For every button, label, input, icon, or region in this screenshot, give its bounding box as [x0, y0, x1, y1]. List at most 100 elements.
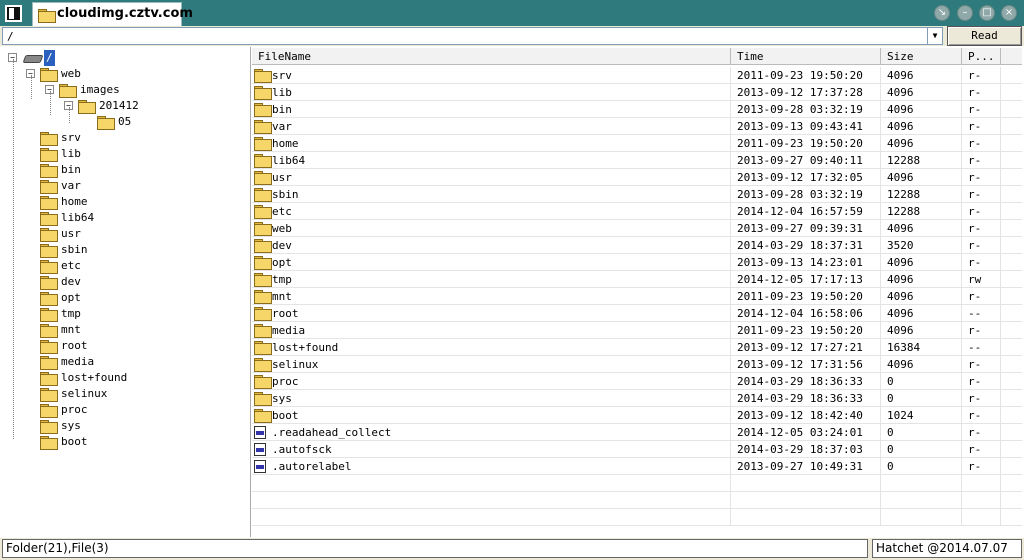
list-row[interactable]: lib64 2013-09-27 09:40:11 12288 r- — [252, 152, 1022, 169]
cell-time: 2014-12-04 16:58:06 — [731, 305, 881, 322]
close-button[interactable]: × — [1001, 5, 1017, 21]
tree-item-label: web — [61, 67, 81, 80]
restore-down-icon[interactable]: ↘ — [934, 5, 950, 21]
tree-item-label: opt — [61, 291, 81, 304]
file-name: media — [272, 324, 306, 337]
file-list[interactable]: FileName Time Size P... srv 2011-09-23 19… — [252, 47, 1022, 537]
cell-filename: selinux — [252, 356, 731, 373]
list-row[interactable]: srv 2011-09-23 19:50:20 4096 r- — [252, 67, 1022, 84]
cell-permission: r- — [962, 118, 1001, 135]
tree-item-label: usr — [61, 227, 81, 240]
cell-permission: r- — [962, 186, 1001, 203]
list-row[interactable]: bin 2013-09-28 03:32:19 4096 r- — [252, 101, 1022, 118]
list-row[interactable]: usr 2013-09-12 17:32:05 4096 r- — [252, 169, 1022, 186]
list-row[interactable]: lib 2013-09-12 17:37:28 4096 r- — [252, 84, 1022, 101]
folder-icon — [40, 420, 58, 434]
cell-time: 2014-12-05 03:24:01 — [731, 424, 881, 441]
cell-permission: r- — [962, 424, 1001, 441]
list-row[interactable]: .readahead_collect 2014-12-05 03:24:01 0 r- — [252, 424, 1022, 441]
cell-filename: lib64 — [252, 152, 731, 169]
cell-spacer — [1001, 509, 1022, 526]
folder-icon — [38, 9, 56, 23]
folder-icon — [40, 148, 58, 162]
folder-icon — [254, 358, 272, 372]
list-row[interactable]: tmp 2014-12-05 17:17:13 4096 rw — [252, 271, 1022, 288]
tree-item-label: lib — [61, 147, 81, 160]
column-header-permission[interactable]: P... — [962, 48, 1001, 65]
list-row[interactable]: .autofsck 2014-03-29 18:37:03 0 r- — [252, 441, 1022, 458]
cell-filename: sbin — [252, 186, 731, 203]
file-name: var — [272, 120, 292, 133]
app-icon[interactable] — [5, 5, 22, 22]
column-header-filename[interactable]: FileName — [252, 48, 731, 65]
file-name: opt — [272, 256, 292, 269]
minimize-button[interactable]: – — [957, 5, 973, 21]
list-row[interactable]: sbin 2013-09-28 03:32:19 12288 r- — [252, 186, 1022, 203]
list-row[interactable]: etc 2014-12-04 16:57:59 12288 r- — [252, 203, 1022, 220]
read-button[interactable]: Read — [947, 26, 1022, 46]
list-row[interactable]: sys 2014-03-29 18:36:33 0 r- — [252, 390, 1022, 407]
folder-icon — [40, 132, 58, 146]
cell-size: 4096 — [881, 169, 962, 186]
list-row[interactable]: dev 2014-03-29 18:37:31 3520 r- — [252, 237, 1022, 254]
list-row[interactable]: home 2011-09-23 19:50:20 4096 r- — [252, 135, 1022, 152]
cell-size: 4096 — [881, 322, 962, 339]
cell-size: 0 — [881, 441, 962, 458]
folder-icon — [254, 392, 272, 406]
cell-spacer — [1001, 305, 1022, 322]
list-row[interactable]: lost+found 2013-09-12 17:27:21 16384 -- — [252, 339, 1022, 356]
cell-size — [881, 475, 962, 492]
file-name: sbin — [272, 188, 299, 201]
file-name: bin — [272, 103, 292, 116]
folder-icon — [40, 388, 58, 402]
list-row[interactable]: proc 2014-03-29 18:36:33 0 r- — [252, 373, 1022, 390]
list-row[interactable]: selinux 2013-09-12 17:31:56 4096 r- — [252, 356, 1022, 373]
cell-permission: r- — [962, 322, 1001, 339]
cell-filename: sys — [252, 390, 731, 407]
column-header-size[interactable]: Size — [881, 48, 962, 65]
folder-icon — [40, 212, 58, 226]
list-row-empty — [252, 509, 1022, 526]
path-input[interactable] — [2, 27, 928, 45]
cell-permission: r- — [962, 458, 1001, 475]
list-row[interactable]: opt 2013-09-13 14:23:01 4096 r- — [252, 254, 1022, 271]
list-row[interactable]: .autorelabel 2013-09-27 10:49:31 0 r- — [252, 458, 1022, 475]
maximize-button[interactable]: □ — [979, 5, 995, 21]
path-dropdown-button[interactable]: ▼ — [927, 27, 943, 45]
tree-item-label: proc — [61, 403, 88, 416]
cell-spacer — [1001, 424, 1022, 441]
tree-guide-line — [69, 107, 70, 123]
folder-icon — [40, 180, 58, 194]
folder-icon — [40, 196, 58, 210]
list-row[interactable]: root 2014-12-04 16:58:06 4096 -- — [252, 305, 1022, 322]
cell-permission: r- — [962, 135, 1001, 152]
list-row[interactable]: var 2013-09-13 09:43:41 4096 r- — [252, 118, 1022, 135]
list-row[interactable]: web 2013-09-27 09:39:31 4096 r- — [252, 220, 1022, 237]
tab-cloudimg[interactable]: cloudimg.cztv.com — [32, 2, 193, 26]
tree-item-label: 05 — [118, 115, 132, 128]
column-header-time[interactable]: Time — [731, 48, 881, 65]
cell-filename: lib — [252, 84, 731, 101]
list-row[interactable]: mnt 2011-09-23 19:50:20 4096 r- — [252, 288, 1022, 305]
cell-permission: r- — [962, 169, 1001, 186]
file-name: tmp — [272, 273, 292, 286]
tab-title: cloudimg.cztv.com — [57, 6, 193, 21]
folder-tree[interactable]: − / − web − images −201412 05 srv lib bin var home li… — [2, 47, 251, 537]
cell-spacer — [1001, 475, 1022, 492]
tree-item-label: selinux — [61, 387, 108, 400]
cell-filename: opt — [252, 254, 731, 271]
cell-time: 2013-09-28 03:32:19 — [731, 186, 881, 203]
cell-size: 12288 — [881, 186, 962, 203]
cell-time: 2013-09-12 18:42:40 — [731, 407, 881, 424]
file-name: usr — [272, 171, 292, 184]
folder-icon — [40, 260, 58, 274]
list-row[interactable]: media 2011-09-23 19:50:20 4096 r- — [252, 322, 1022, 339]
cell-permission: rw — [962, 271, 1001, 288]
file-name: root — [272, 307, 299, 320]
folder-icon — [40, 164, 58, 178]
folder-icon — [40, 404, 58, 418]
cell-time: 2013-09-13 09:43:41 — [731, 118, 881, 135]
cell-filename: srv — [252, 67, 731, 84]
cell-spacer — [1001, 458, 1022, 475]
list-row[interactable]: boot 2013-09-12 18:42:40 1024 r- — [252, 407, 1022, 424]
